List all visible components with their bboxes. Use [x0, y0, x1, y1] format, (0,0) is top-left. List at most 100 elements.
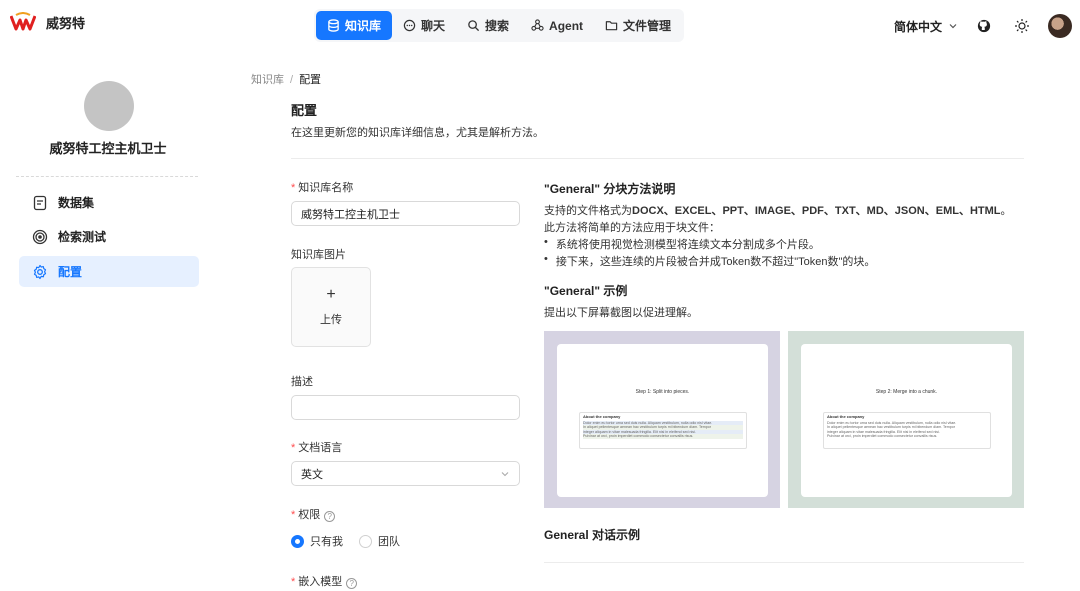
plus-icon: +	[326, 286, 336, 303]
kb-avatar	[84, 81, 134, 131]
sidebar: 威努特工控主机卫士 数据集 检索测试 配置	[0, 52, 216, 591]
language-selector[interactable]: 简体中文	[894, 18, 958, 35]
sidebar-item-label: 数据集	[58, 196, 95, 210]
permission-label: * 权限?	[291, 506, 336, 522]
screenshot-box-title: About the company	[583, 414, 621, 419]
nav-search[interactable]: 搜索	[456, 11, 520, 40]
method-intro: 此方法将简单的方法应用于块文件：	[544, 222, 720, 234]
sidebar-item-configuration[interactable]: 配置	[19, 256, 199, 287]
permission-radio-group: 只有我 团队	[291, 533, 400, 549]
required-marker: *	[291, 576, 296, 588]
screenshot-card: Step 1: Split into pieces. About the com…	[557, 344, 768, 497]
document-language-label: * 文档语言	[291, 439, 342, 455]
nav-label: 搜索	[485, 19, 510, 33]
sidebar-item-dataset[interactable]: 数据集	[19, 187, 199, 218]
required-marker: *	[291, 182, 296, 194]
section-divider	[544, 562, 1024, 563]
required-marker: *	[291, 442, 296, 454]
input-value: 威努特工控主机卫士	[301, 208, 400, 221]
bullet-text: 系统将使用视觉检测模型将连续文本分割成多个片段。	[555, 239, 820, 251]
breadcrumb-root[interactable]: 知识库	[251, 74, 284, 86]
label-text: 嵌入模型	[298, 576, 343, 588]
description-label: 描述	[291, 376, 313, 388]
screenshot-line: Pulvinar at orci, proin imperdiet commod…	[827, 434, 938, 439]
breadcrumb: 知识库 / 配置	[251, 71, 321, 87]
help-icon[interactable]: ?	[346, 578, 358, 589]
breadcrumb-current: 配置	[299, 74, 322, 86]
screenshot-text-box: About the company Dolor enim eu tortor u…	[823, 412, 991, 449]
nav-agent[interactable]: Agent	[520, 11, 594, 40]
nav-file-management[interactable]: 文件管理	[594, 11, 682, 40]
github-button[interactable]	[972, 14, 996, 38]
user-avatar[interactable]	[1048, 14, 1072, 38]
database-icon	[328, 19, 339, 32]
header-actions: 简体中文	[894, 14, 1072, 38]
agent-icon	[531, 19, 544, 31]
radio-team[interactable]: 团队	[359, 533, 400, 549]
brand-name: 威努特	[46, 15, 86, 31]
radio-dot	[359, 534, 372, 548]
nav-chat[interactable]: 聊天	[392, 11, 456, 40]
kb-name-label: * 知识库名称	[291, 179, 353, 195]
nav-label: 聊天	[421, 19, 446, 33]
page-title: 配置	[291, 103, 318, 118]
nav-label: 知识库	[345, 19, 382, 33]
description-input[interactable]	[291, 395, 520, 420]
top-header: 威努特 知识库 聊天 搜索 Agent 文件管理 简体中文	[0, 0, 1080, 52]
image-upload-button[interactable]: + 上传	[291, 267, 371, 347]
dialog-example-title: General 对话示例	[544, 528, 641, 542]
example-screenshot-step1: Step 1: Split into pieces. About the com…	[544, 331, 780, 508]
formats-prefix: 支持的文件格式为	[544, 205, 632, 217]
nav-label: Agent	[549, 18, 584, 33]
sun-icon	[1015, 19, 1029, 33]
method-bullet: 接下来，这些连续的片段被合并成Token数不超过"Token数"的块。	[544, 253, 876, 269]
label-text: 文档语言	[298, 442, 343, 454]
embedding-model-label: * 嵌入模型?	[291, 573, 358, 589]
chevron-down-icon	[501, 471, 509, 476]
chevron-down-icon	[949, 24, 957, 29]
radio-dot	[291, 534, 304, 548]
dataset-icon	[33, 195, 47, 210]
sidebar-item-retrieval-test[interactable]: 检索测试	[19, 221, 199, 252]
search-icon	[468, 20, 480, 32]
help-icon[interactable]: ?	[324, 511, 336, 522]
bullet-text: 接下来，这些连续的片段被合并成Token数不超过"Token数"的块。	[555, 256, 876, 268]
kb-image-label: 知识库图片	[291, 249, 346, 261]
chat-icon	[403, 19, 416, 32]
screenshot-box-title: About the company	[827, 414, 865, 419]
breadcrumb-separator: /	[290, 74, 294, 86]
select-value: 英文	[301, 468, 323, 481]
screenshot-text-box: About the company Dolor enim eu tortor u…	[579, 412, 747, 449]
method-bullet: 系统将使用视觉检测模型将连续文本分割成多个片段。	[544, 236, 820, 252]
logo-icon	[10, 12, 36, 31]
screenshot-line: Pulvinar at orci, proin imperdiet commod…	[583, 434, 743, 439]
radio-only-me[interactable]: 只有我	[291, 533, 343, 549]
nav-knowledge-base[interactable]: 知识库	[316, 11, 393, 40]
brand-logo[interactable]: 威努特	[10, 12, 85, 32]
page-description: 在这里更新您的知识库详细信息，尤其是解析方法。	[291, 127, 544, 139]
label-text: 知识库名称	[298, 182, 354, 194]
screenshot-heading: Step 1: Split into pieces.	[635, 389, 690, 395]
example-screenshot-step2: Step 2: Merge into a chunk. About the co…	[788, 331, 1024, 508]
screenshot-card: Step 2: Merge into a chunk. About the co…	[801, 344, 1012, 497]
header-divider	[291, 158, 1024, 159]
kb-name: 威努特工控主机卫士	[49, 141, 167, 156]
target-icon	[32, 229, 48, 244]
folder-icon	[605, 21, 618, 31]
sidebar-item-label: 检索测试	[58, 230, 107, 244]
gear-icon	[33, 264, 47, 279]
radio-label: 团队	[378, 536, 400, 548]
kb-name-input[interactable]: 威努特工控主机卫士	[291, 201, 520, 226]
formats-suffix: 。	[1000, 205, 1012, 217]
document-language-select[interactable]: 英文	[291, 461, 520, 486]
label-text: 权限	[298, 509, 321, 521]
github-icon	[977, 19, 991, 33]
nav-label: 文件管理	[623, 19, 672, 33]
required-marker: *	[291, 509, 296, 521]
main-nav: 知识库 聊天 搜索 Agent 文件管理	[314, 9, 685, 42]
theme-toggle-button[interactable]	[1010, 14, 1034, 38]
screenshot-heading: Step 2: Merge into a chunk.	[875, 389, 938, 395]
radio-label: 只有我	[310, 536, 343, 548]
formats-list: DOCX、EXCEL、PPT、IMAGE、PDF、TXT、MD、JSON、EML…	[632, 205, 1001, 217]
example-description: 提出以下屏幕截图以促进理解。	[544, 307, 698, 319]
